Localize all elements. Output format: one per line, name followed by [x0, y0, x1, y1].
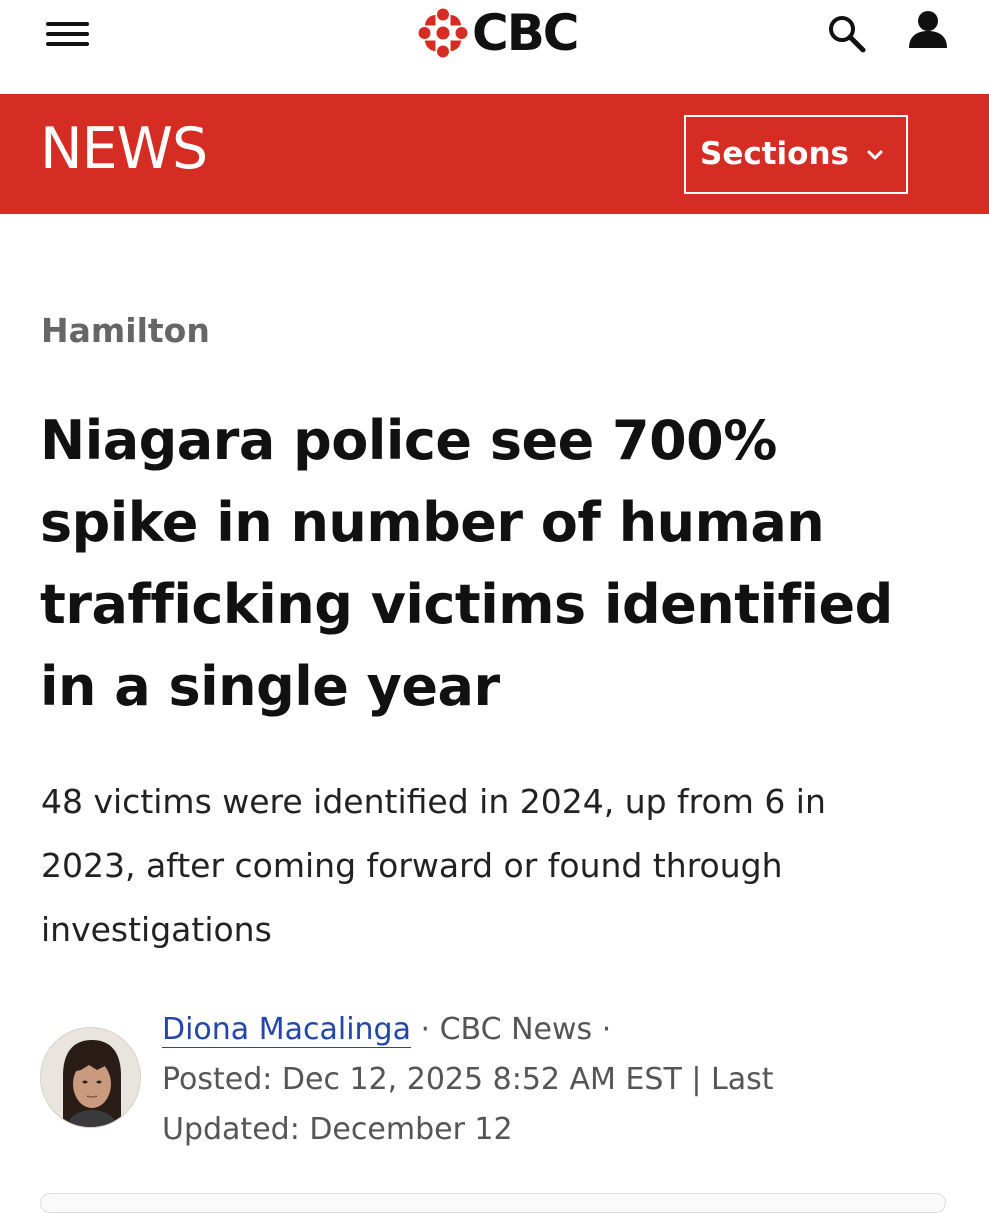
article-deck: 48 victims were identified in 2024, up f…	[41, 770, 941, 962]
byline-separator: ·	[592, 1012, 612, 1047]
deck-line: 2023, after coming forward or found thro…	[41, 846, 783, 885]
cbc-logo[interactable]: CBC	[418, 4, 579, 62]
headline-line: in a single year	[40, 655, 500, 718]
news-label[interactable]: NEWS	[40, 121, 208, 178]
sections-button[interactable]: Sections	[684, 115, 908, 194]
author-avatar[interactable]	[40, 1027, 141, 1128]
headline-line: Niagara police see 700%	[40, 409, 777, 472]
logo-text: CBC	[472, 4, 579, 62]
search-icon[interactable]	[826, 13, 868, 55]
byline-separator: ·	[410, 1012, 440, 1047]
byline-outlet: CBC News	[439, 1012, 593, 1047]
updated-timestamp: Updated: December 12	[162, 1112, 513, 1147]
headline-line: trafficking victims identified	[40, 573, 893, 636]
news-bar: NEWS Sections	[0, 94, 989, 214]
deck-line: 48 victims were identified in 2024, up f…	[41, 782, 826, 821]
byline-author-row: Diona Macalinga · CBC News ·	[162, 1005, 882, 1055]
posted-timestamp: Posted: Dec 12, 2025 8:52 AM EST | Last	[162, 1062, 774, 1097]
avatar-image	[41, 1028, 140, 1127]
article-byline: Diona Macalinga · CBC News · Posted: Dec…	[162, 1005, 882, 1155]
article-category[interactable]: Hamilton	[41, 311, 210, 351]
headline-line: spike in number of human	[40, 491, 825, 554]
cbc-gem-icon	[418, 8, 468, 58]
article-headline: Niagara police see 700% spike in number …	[40, 400, 960, 728]
top-header: CBC	[0, 0, 989, 94]
user-icon[interactable]	[906, 10, 950, 50]
chevron-down-icon	[867, 150, 883, 159]
deck-line: investigations	[41, 910, 272, 949]
author-link[interactable]: Diona Macalinga	[162, 1012, 411, 1048]
hamburger-menu-icon[interactable]	[46, 22, 90, 46]
sections-label: Sections	[700, 136, 849, 172]
next-content-card-edge	[40, 1193, 946, 1213]
